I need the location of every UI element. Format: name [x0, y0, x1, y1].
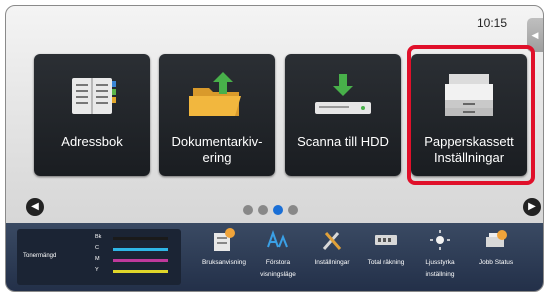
toner-bar-y — [113, 270, 168, 273]
toner-title: Tonermängd — [23, 253, 57, 259]
tile-label: Dokumentarkiv- ering — [171, 134, 263, 165]
page-dot[interactable] — [258, 205, 268, 215]
document-filing-icon — [189, 72, 241, 116]
toner-row-y: Y — [95, 267, 168, 277]
manual-icon — [214, 228, 235, 251]
tile-row: Adressbok Dokumentarkiv- ering Scanna ti… — [34, 45, 535, 185]
tool-label: Ljusstyrka inställning — [425, 259, 455, 278]
page-dot[interactable] — [243, 205, 253, 215]
tile-scan-to-hdd[interactable]: Scanna till HDD — [285, 54, 401, 176]
toner-bar-m — [113, 259, 168, 262]
prev-page-button[interactable]: ◀ — [26, 198, 44, 216]
job-status-icon — [486, 230, 507, 247]
tool-label: Jobb Status — [478, 259, 514, 266]
tool-label: Inställningar — [314, 259, 350, 266]
toner-label: C — [95, 245, 99, 251]
tools-settings-icon — [322, 232, 342, 250]
toner-label: Bk — [95, 234, 102, 240]
tile-label: Adressbok — [61, 134, 123, 149]
selection-highlight — [407, 45, 535, 185]
toner-label: Y — [95, 267, 99, 273]
toner-row-bk: Bk — [95, 234, 168, 244]
toner-level-panel[interactable]: Tonermängd Bk C M Y — [17, 229, 181, 285]
tile-document-filing[interactable]: Dokumentarkiv- ering — [159, 54, 275, 176]
quick-tools: Bruksanvisning Förstora visningsläge Ins… — [190, 223, 543, 291]
page-dot[interactable] — [288, 205, 298, 215]
tool-label: Bruksanvisning — [201, 259, 247, 266]
toner-bar-bk — [113, 237, 168, 240]
toner-bar-c — [113, 248, 168, 251]
counter-icon — [375, 235, 397, 245]
magnify-display-icon — [267, 230, 288, 248]
clock: 10:15 — [476, 16, 507, 30]
panel-screen: 10:15 ◀ Adressbok Dokumentarkiv- ering S… — [5, 5, 544, 292]
brightness-icon — [430, 230, 450, 250]
bottom-toolbar: Tonermängd Bk C M Y Bruksanvisning Först… — [6, 223, 543, 291]
page-dot-active[interactable] — [273, 205, 283, 215]
tool-label: Förstora visningsläge — [260, 259, 296, 278]
next-page-button[interactable]: ▶ — [523, 198, 541, 216]
page-indicator — [243, 202, 303, 220]
toner-row-m: M — [95, 256, 168, 266]
toner-label: M — [95, 256, 100, 262]
scan-to-hdd-icon — [315, 74, 371, 114]
address-book-icon — [72, 78, 116, 114]
tool-label: Total räkning — [367, 259, 405, 266]
tile-label: Scanna till HDD — [297, 134, 389, 149]
tile-address-book[interactable]: Adressbok — [34, 54, 150, 176]
toner-row-c: C — [95, 245, 168, 255]
